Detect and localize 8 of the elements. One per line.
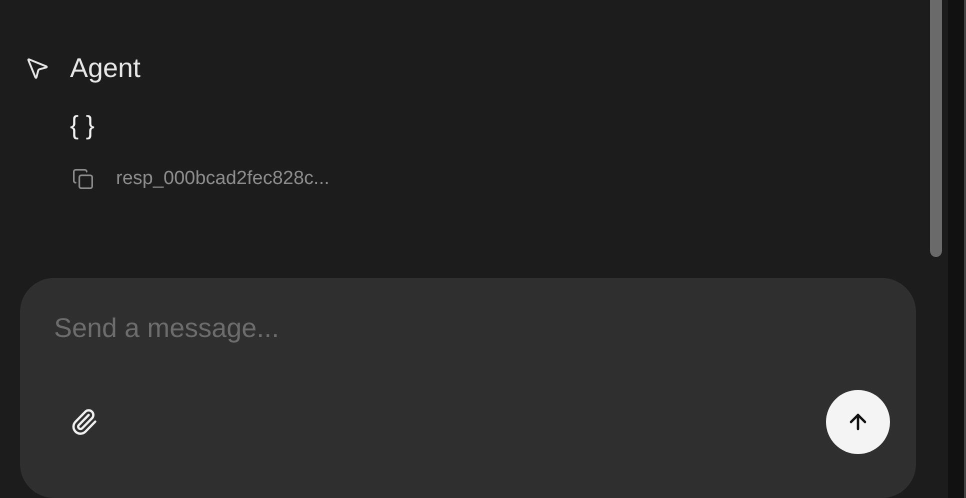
attach-button[interactable]	[70, 408, 98, 436]
scrollbar-thumb[interactable]	[930, 0, 942, 257]
response-id: resp_000bcad2fec828c...	[116, 168, 330, 190]
copy-icon[interactable]	[72, 168, 94, 190]
author-name: Agent	[70, 52, 141, 84]
message-input[interactable]: Send a message...	[54, 308, 814, 348]
paperclip-icon	[70, 408, 98, 436]
message-content: { }	[70, 110, 96, 140]
